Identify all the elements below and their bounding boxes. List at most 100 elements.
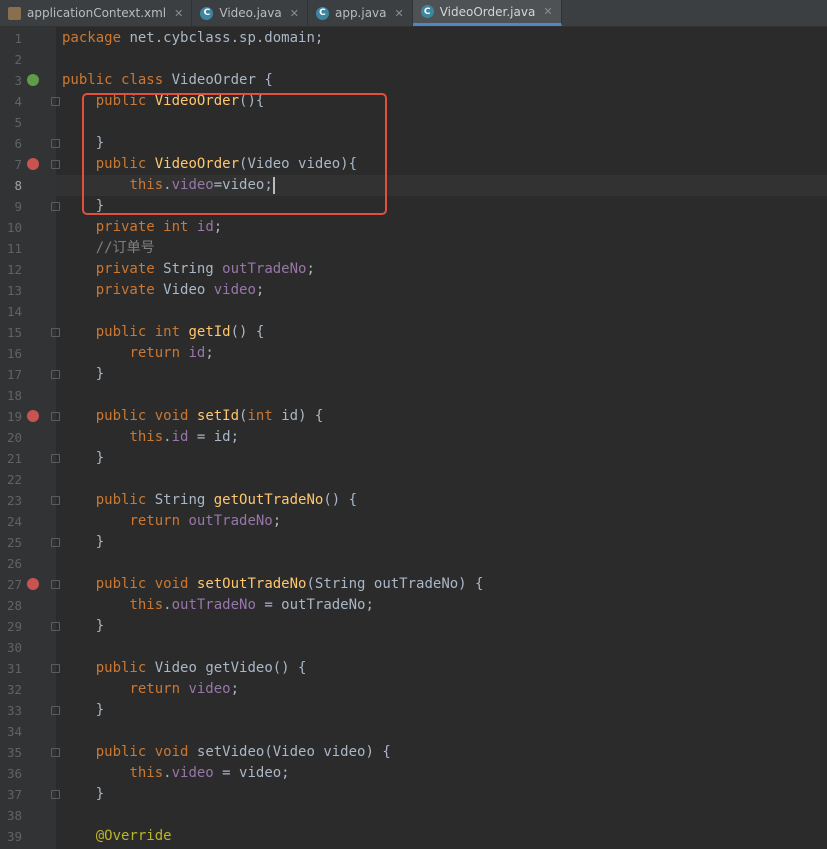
code-text[interactable]: }	[62, 784, 104, 805]
line-number: 16	[6, 346, 22, 361]
code-text[interactable]: }	[62, 364, 104, 385]
fold-marker-icon[interactable]	[51, 496, 60, 505]
fold-marker-icon[interactable]	[51, 160, 60, 169]
fold-marker-icon[interactable]	[51, 622, 60, 631]
fold-marker-icon[interactable]	[51, 139, 60, 148]
fold-marker-icon[interactable]	[51, 580, 60, 589]
code-text[interactable]: return video;	[62, 679, 239, 700]
xml-file-icon	[8, 6, 21, 20]
line-number: 15	[6, 325, 22, 340]
override-marker-icon[interactable]	[27, 578, 39, 590]
code-text[interactable]: private int id;	[62, 217, 222, 238]
line-number: 6	[14, 136, 22, 151]
editor-tab-bar: applicationContext.xml ✕ C Video.java ✕ Capp.…	[0, 0, 827, 27]
code-text[interactable]: }	[62, 532, 104, 553]
code-text[interactable]: this.outTradeNo = outTradeNo;	[62, 595, 373, 616]
class-c-icon: C	[420, 5, 434, 18]
code-line: 14	[0, 301, 827, 322]
line-number: 37	[6, 787, 22, 802]
fold-marker-icon[interactable]	[51, 790, 60, 799]
code-line: 11 //订单号	[0, 238, 827, 259]
code-text[interactable]: public void setOutTradeNo(String outTrad…	[62, 574, 484, 595]
code-text[interactable]: //订单号	[62, 238, 155, 259]
fold-marker-icon[interactable]	[51, 370, 60, 379]
tab-applicationcontext-xml[interactable]: applicationContext.xml ✕	[0, 0, 193, 26]
line-number: 14	[6, 304, 22, 319]
implemented-marker-icon[interactable]	[27, 74, 39, 86]
code-line: 18	[0, 385, 827, 406]
code-line: 3 public class VideoOrder {	[0, 70, 827, 91]
code-text[interactable]: return outTradeNo;	[62, 511, 281, 532]
fold-marker-icon[interactable]	[51, 706, 60, 715]
code-text[interactable]: public int getId() {	[62, 322, 265, 343]
code-line: 17 }	[0, 364, 827, 385]
line-number: 13	[6, 283, 22, 298]
line-number: 24	[6, 514, 22, 529]
code-text[interactable]: public String getOutTradeNo() {	[62, 490, 357, 511]
override-marker-icon[interactable]	[27, 158, 39, 170]
code-line: 37 }	[0, 784, 827, 805]
code-text[interactable]: private Video video;	[62, 280, 265, 301]
code-text[interactable]: return id;	[62, 343, 213, 364]
fold-marker-icon[interactable]	[51, 412, 60, 421]
tab-app-java[interactable]: Capp.java ✕	[308, 0, 413, 26]
class-c-icon: C	[315, 6, 329, 20]
code-text[interactable]: public Video getVideo() {	[62, 658, 307, 679]
fold-marker-icon[interactable]	[51, 538, 60, 547]
line-number: 9	[14, 199, 22, 214]
code-text[interactable]: this.id = id;	[62, 427, 239, 448]
line-number: 35	[6, 745, 22, 760]
line-number: 5	[14, 115, 22, 130]
line-number: 2	[14, 52, 22, 67]
line-number: 8	[14, 178, 22, 193]
close-icon[interactable]: ✕	[290, 7, 299, 20]
fold-marker-icon[interactable]	[51, 454, 60, 463]
line-number: 31	[6, 661, 22, 676]
code-line: 30	[0, 637, 827, 658]
code-line: 2	[0, 49, 827, 70]
code-line: 21 }	[0, 448, 827, 469]
line-number: 7	[14, 157, 22, 172]
code-text[interactable]: public class VideoOrder {	[62, 70, 273, 91]
highlight-box	[82, 93, 387, 215]
code-text[interactable]: @Override	[62, 826, 172, 847]
code-text[interactable]: public void setVideo(Video video) {	[62, 742, 391, 763]
tab-videoorder-java[interactable]: C VideoOrder.java ✕	[412, 0, 562, 26]
fold-marker-icon[interactable]	[51, 202, 60, 211]
code-line: 1 package net.cybclass.sp.domain;	[0, 28, 827, 49]
code-line: 24 return outTradeNo;	[0, 511, 827, 532]
override-marker-icon[interactable]	[27, 410, 39, 422]
tab-video-java[interactable]: C Video.java ✕	[192, 0, 308, 26]
tab-label: VideoOrder.java	[439, 4, 536, 19]
close-icon[interactable]: ✕	[543, 5, 552, 18]
fold-marker-icon[interactable]	[51, 748, 60, 757]
line-number: 28	[6, 598, 22, 613]
code-text[interactable]: }	[62, 616, 104, 637]
fold-marker-icon[interactable]	[51, 97, 60, 106]
close-icon[interactable]: ✕	[395, 7, 404, 20]
line-number: 4	[14, 94, 22, 109]
code-line: 19 public void setId(int id) {	[0, 406, 827, 427]
fold-marker-icon[interactable]	[51, 664, 60, 673]
line-number: 17	[6, 367, 22, 382]
code-text[interactable]: public void setId(int id) {	[62, 406, 324, 427]
tab-label: applicationContext.xml	[27, 6, 167, 20]
close-icon[interactable]: ✕	[174, 7, 183, 20]
code-line: 28 this.outTradeNo = outTradeNo;	[0, 595, 827, 616]
class-c-icon: C	[200, 6, 214, 20]
line-number: 1	[14, 31, 22, 46]
code-text[interactable]: package net.cybclass.sp.domain;	[62, 28, 323, 49]
code-line: 13 private Video video;	[0, 280, 827, 301]
code-text[interactable]: private String outTradeNo;	[62, 259, 315, 280]
code-line: 34	[0, 721, 827, 742]
line-number: 29	[6, 619, 22, 634]
line-number: 34	[6, 724, 22, 739]
code-text[interactable]: }	[62, 448, 104, 469]
code-text[interactable]: this.video = video;	[62, 763, 289, 784]
fold-marker-icon[interactable]	[51, 328, 60, 337]
line-number: 27	[6, 577, 22, 592]
code-line: 10 private int id;	[0, 217, 827, 238]
code-line: 35 public void setVideo(Video video) {	[0, 742, 827, 763]
code-text[interactable]: }	[62, 700, 104, 721]
code-line: 15 public int getId() {	[0, 322, 827, 343]
